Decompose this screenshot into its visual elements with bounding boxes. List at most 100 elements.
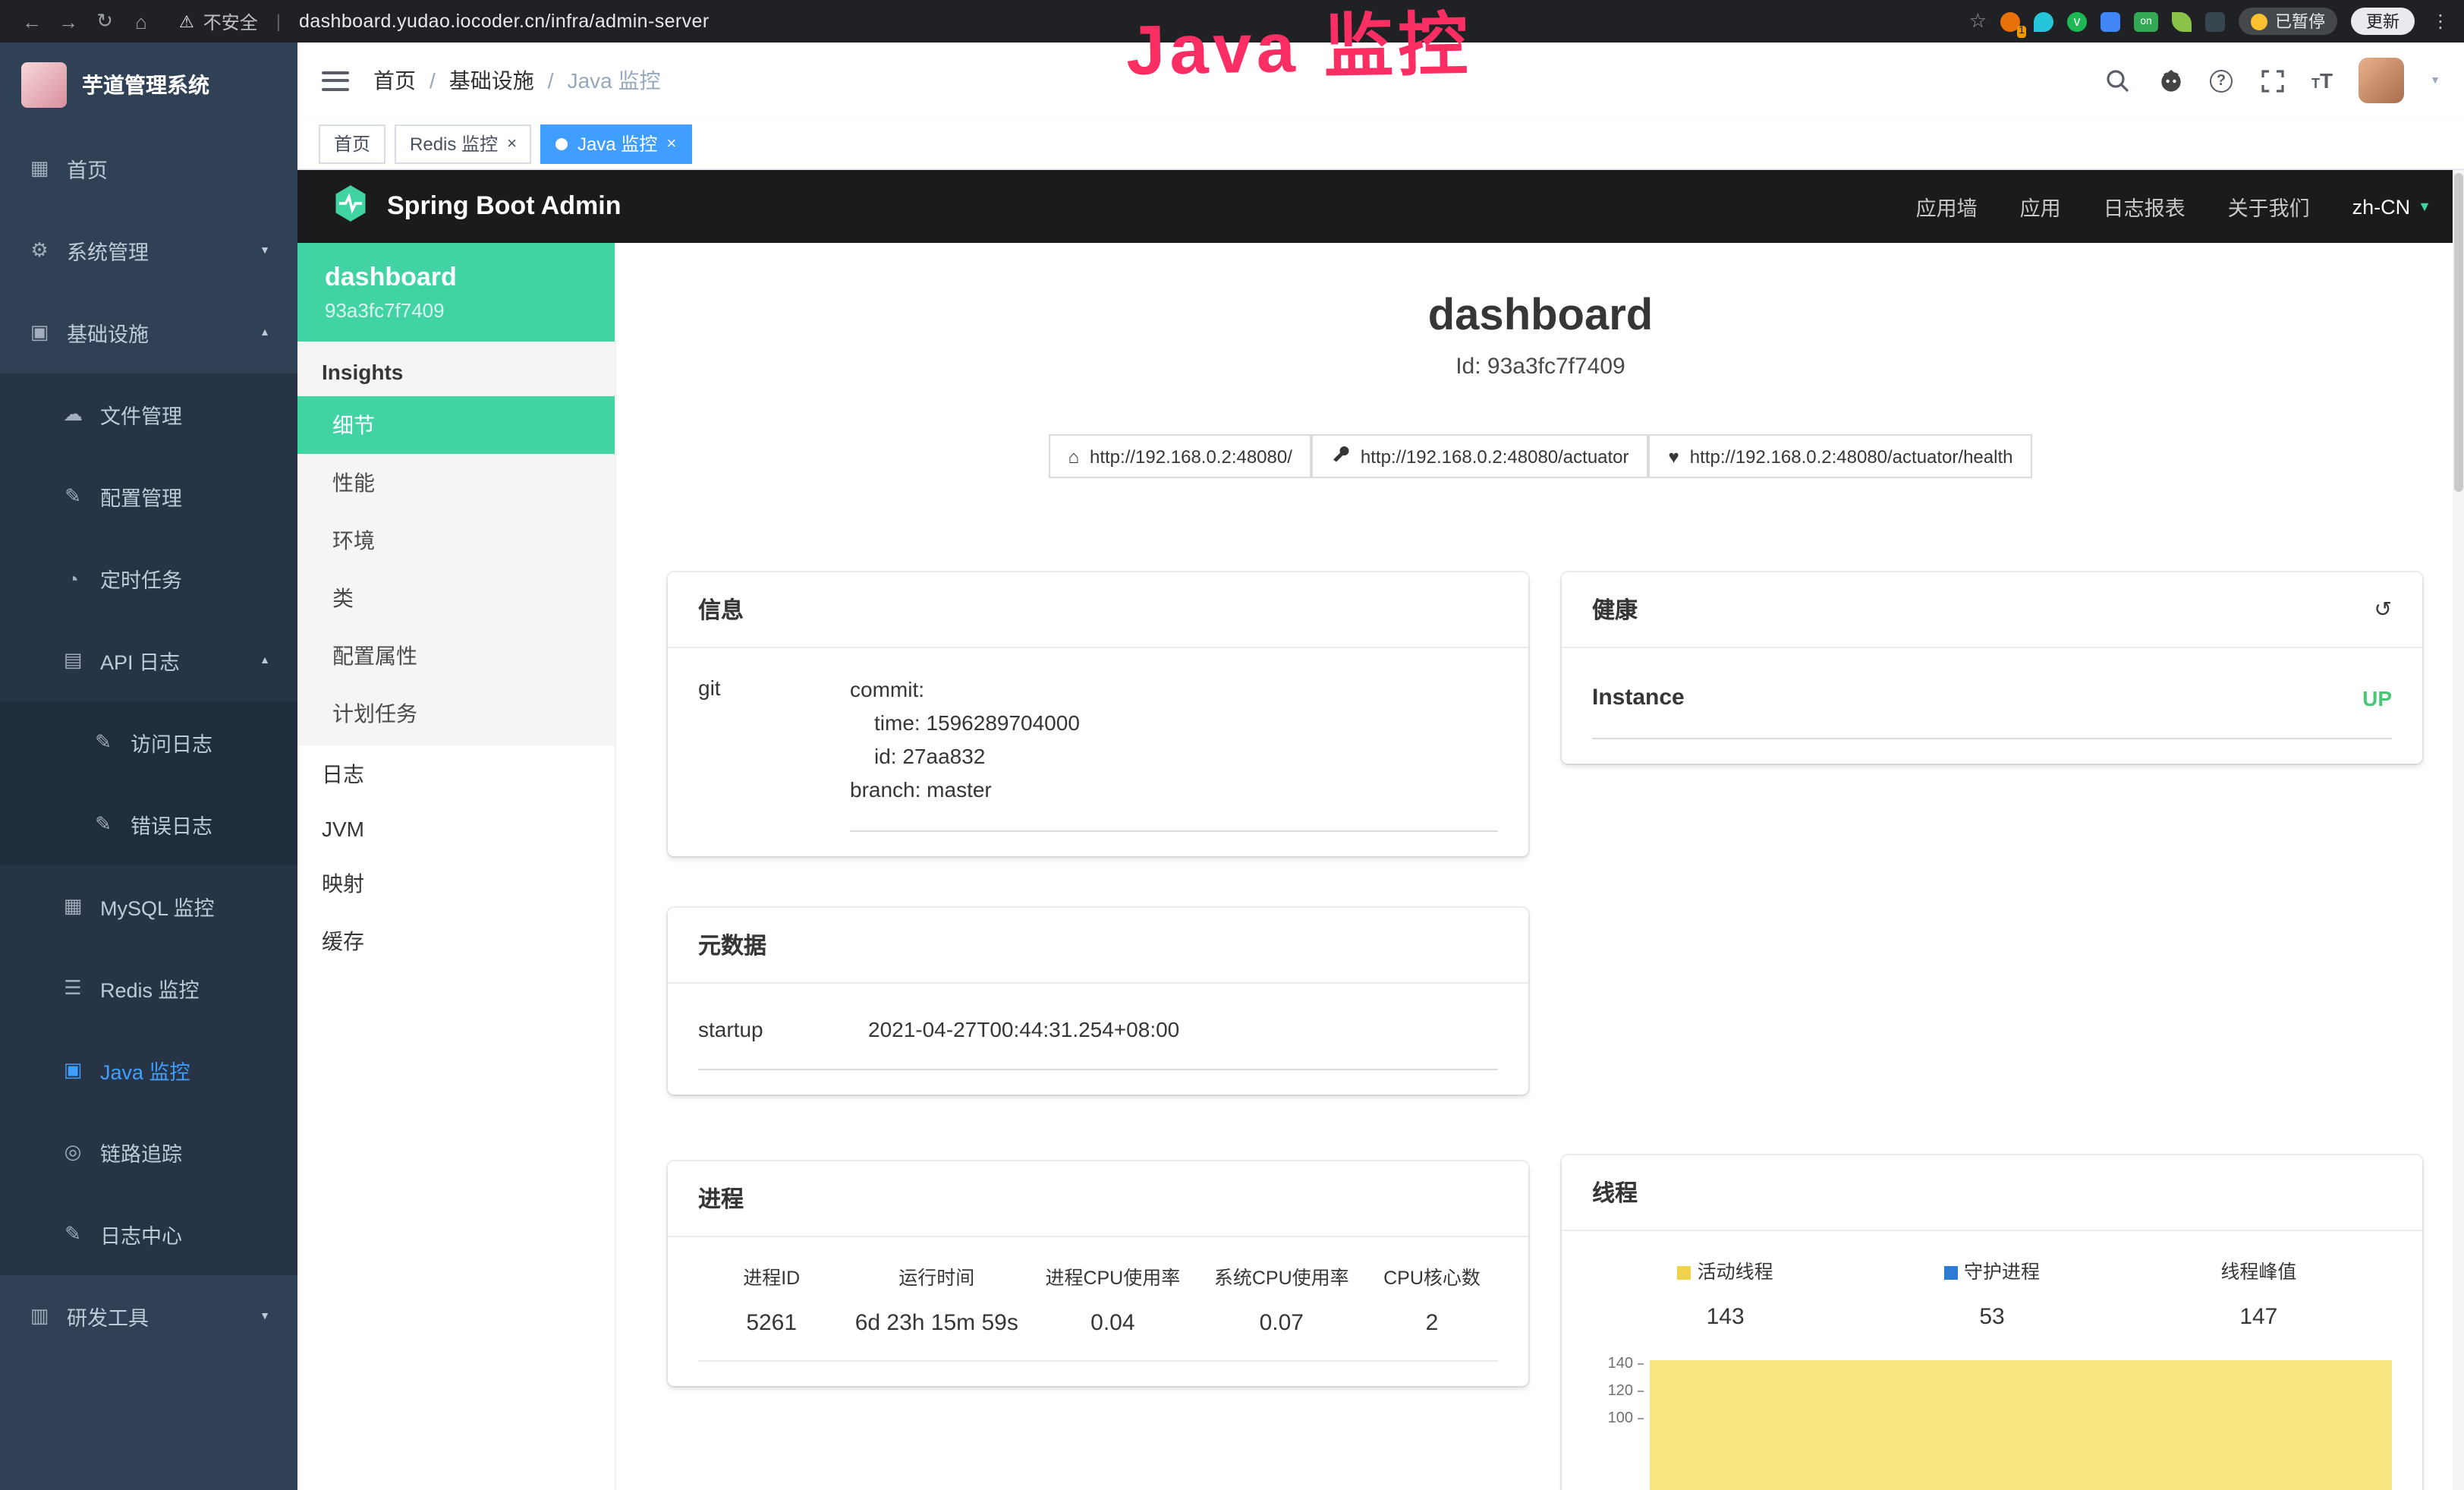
chevron-down-icon: ▼ xyxy=(2418,199,2431,214)
sidebar-item-label: 错误日志 xyxy=(131,809,212,840)
info-card-title: 信息 xyxy=(698,594,744,625)
sidebar-item-system-mgmt[interactable]: ⚙ 系统管理 ▼ xyxy=(0,209,297,291)
avatar[interactable] xyxy=(2359,58,2404,103)
address-bar[interactable]: ⚠ 不安全 | dashboard.yudao.iocoder.cn/infra… xyxy=(179,8,710,34)
sidebar-item-scheduled-tasks[interactable]: ◔ 定时任务 xyxy=(0,537,297,619)
tab-label: 首页 xyxy=(334,131,370,156)
sidebar-item-access-logs[interactable]: ✎ 访问日志 xyxy=(0,701,297,783)
sba-menu-config-props[interactable]: 配置属性 xyxy=(297,627,615,685)
hamburger-icon[interactable] xyxy=(322,71,349,90)
threads-card-title: 线程 xyxy=(1592,1177,1638,1208)
sba-nav-wallboard[interactable]: 应用墙 xyxy=(1916,191,1978,222)
sba-menu-details[interactable]: 细节 xyxy=(297,396,615,454)
page-scrollbar[interactable] xyxy=(2453,170,2464,1490)
extension-grid-icon[interactable] xyxy=(2101,11,2120,31)
threads-chart: 140 120 100 xyxy=(1592,1357,2392,1490)
service-url-button[interactable]: ⌂ http://192.168.0.2:48080/ xyxy=(1049,434,1312,478)
extension-check-icon[interactable]: v xyxy=(2067,11,2087,31)
health-url-button[interactable]: ♥ http://192.168.0.2:48080/actuator/heal… xyxy=(1649,434,2033,478)
sidebar-item-api-logs[interactable]: ▤ API 日志 ▲ xyxy=(0,619,297,701)
sba-nav-journal[interactable]: 日志报表 xyxy=(2104,191,2186,222)
browser-menu-icon[interactable]: ⋮ xyxy=(2431,11,2450,32)
sba-instance-header[interactable]: dashboard 93a3fc7f7409 xyxy=(297,243,615,342)
app-logo[interactable]: 芋道管理系统 xyxy=(0,43,297,128)
sba-language-select[interactable]: zh-CN ▼ xyxy=(2352,195,2431,218)
process-stat: 系统CPU使用率 0.07 xyxy=(1197,1262,1366,1336)
close-icon[interactable]: × xyxy=(666,134,676,153)
legend-swatch-blue xyxy=(1944,1266,1958,1280)
sidebar-item-tracing[interactable]: ◎ 链路追踪 xyxy=(0,1111,297,1193)
sidebar-item-error-logs[interactable]: ✎ 错误日志 xyxy=(0,783,297,865)
layers-icon: ☰ xyxy=(61,976,85,1000)
sba-menu-environment[interactable]: 环境 xyxy=(297,512,615,569)
sidebar-item-label: 文件管理 xyxy=(100,399,182,430)
extension-badge: 1 xyxy=(2017,25,2026,37)
extension-drop-icon[interactable] xyxy=(2034,11,2053,31)
extension-leaf-icon[interactable] xyxy=(2172,11,2192,31)
extension-pine-icon[interactable] xyxy=(2205,11,2225,31)
breadcrumb-home[interactable]: 首页 xyxy=(373,65,416,96)
github-icon[interactable] xyxy=(2157,67,2184,94)
metadata-card: 元数据 startup 2021-04-27T00:44:31.254+08:0… xyxy=(668,908,1528,1095)
breadcrumb-separator: / xyxy=(430,68,436,93)
url-text: dashboard.yudao.iocoder.cn/infra/admin-s… xyxy=(299,11,710,32)
sidebar-item-mysql-monitor[interactable]: ▦ MySQL 监控 xyxy=(0,865,297,947)
tab-home[interactable]: 首页 xyxy=(319,124,385,163)
bookmark-star-icon[interactable]: ☆ xyxy=(1969,9,1987,33)
extension-on-icon[interactable]: on xyxy=(2134,11,2158,31)
actuator-url-button[interactable]: http://192.168.0.2:48080/actuator xyxy=(1312,434,1649,478)
sidebar-item-dev-tools[interactable]: ▥ 研发工具 ▼ xyxy=(0,1275,297,1357)
sidebar-item-java-monitor[interactable]: ▣ Java 监控 xyxy=(0,1029,297,1111)
stat-label: CPU核心数 xyxy=(1366,1262,1498,1290)
history-icon[interactable]: ↺ xyxy=(2374,597,2392,622)
sidebar-item-label: API 日志 xyxy=(100,645,180,676)
sidebar-item-log-center[interactable]: ✎ 日志中心 xyxy=(0,1193,297,1275)
browser-forward-icon[interactable]: → xyxy=(52,10,85,33)
tab-label: Java 监控 xyxy=(577,131,657,156)
browser-reload-icon[interactable]: ↻ xyxy=(88,9,121,33)
screenshot-root: ← → ↻ ⌂ ⚠ 不安全 | dashboard.yudao.iocoder.… xyxy=(0,0,2464,1490)
sidebar-item-label: 链路追踪 xyxy=(100,1137,182,1167)
browser-back-icon[interactable]: ← xyxy=(15,10,49,33)
avatar-caret-icon[interactable]: ▼ xyxy=(2430,75,2440,86)
paused-badge[interactable]: 已暂停 xyxy=(2239,8,2337,35)
sidebar-item-file-mgmt[interactable]: ☁ 文件管理 xyxy=(0,373,297,455)
close-icon[interactable]: × xyxy=(507,134,517,153)
home-icon: ▦ xyxy=(27,156,52,181)
sba-nav-applications[interactable]: 应用 xyxy=(2020,191,2061,222)
fullscreen-icon[interactable] xyxy=(2258,67,2286,94)
sba-menu-metrics[interactable]: 性能 xyxy=(297,454,615,512)
instance-id-label: Id: 93a3fc7f7409 xyxy=(616,354,2464,380)
process-stat: 运行时间 6d 23h 15m 59s xyxy=(845,1262,1028,1336)
chrome-update-button[interactable]: 更新 xyxy=(2351,8,2415,35)
tab-redis-monitor[interactable]: Redis 监控 × xyxy=(395,124,532,163)
health-instance-row[interactable]: Instance UP xyxy=(1592,673,2392,739)
emoji-face-icon xyxy=(2251,13,2267,30)
help-icon[interactable]: ? xyxy=(2210,69,2233,92)
sba-menu-jvm[interactable]: JVM xyxy=(297,803,615,855)
sba-brand-title[interactable]: Spring Boot Admin xyxy=(387,191,622,222)
sba-menu-mappings[interactable]: 映射 xyxy=(297,855,615,912)
browser-home-icon[interactable]: ⌂ xyxy=(124,10,158,33)
gear-icon: ⚙ xyxy=(27,238,52,263)
sba-menu-caches[interactable]: 缓存 xyxy=(297,912,615,970)
sba-menu-scheduled-tasks[interactable]: 计划任务 xyxy=(297,685,615,742)
metadata-card-title: 元数据 xyxy=(698,929,766,961)
tab-java-monitor[interactable]: Java 监控 × xyxy=(541,124,691,163)
stat-value: 6d 23h 15m 59s xyxy=(845,1310,1028,1336)
font-size-icon[interactable]: TT xyxy=(2311,68,2333,93)
process-stat: 进程ID 5261 xyxy=(698,1262,845,1336)
scrollbar-thumb[interactable] xyxy=(2454,173,2463,492)
sidebar-item-home[interactable]: ▦ 首页 xyxy=(0,128,297,209)
sidebar-item-config-mgmt[interactable]: ✎ 配置管理 xyxy=(0,455,297,537)
extension-fox-icon[interactable]: 1 xyxy=(2000,11,2020,31)
sba-menu-logs[interactable]: 日志 xyxy=(297,745,615,803)
active-threads-area xyxy=(1650,1360,2392,1490)
sidebar-item-infrastructure[interactable]: ▣ 基础设施 ▲ xyxy=(0,291,297,373)
y-tick: 100 xyxy=(1608,1410,1644,1427)
sidebar-item-redis-monitor[interactable]: ☰ Redis 监控 xyxy=(0,947,297,1029)
sba-nav-about[interactable]: 关于我们 xyxy=(2228,191,2310,222)
search-icon[interactable] xyxy=(2104,67,2131,94)
sba-menu-classes[interactable]: 类 xyxy=(297,569,615,627)
breadcrumb-infrastructure[interactable]: 基础设施 xyxy=(449,65,534,96)
